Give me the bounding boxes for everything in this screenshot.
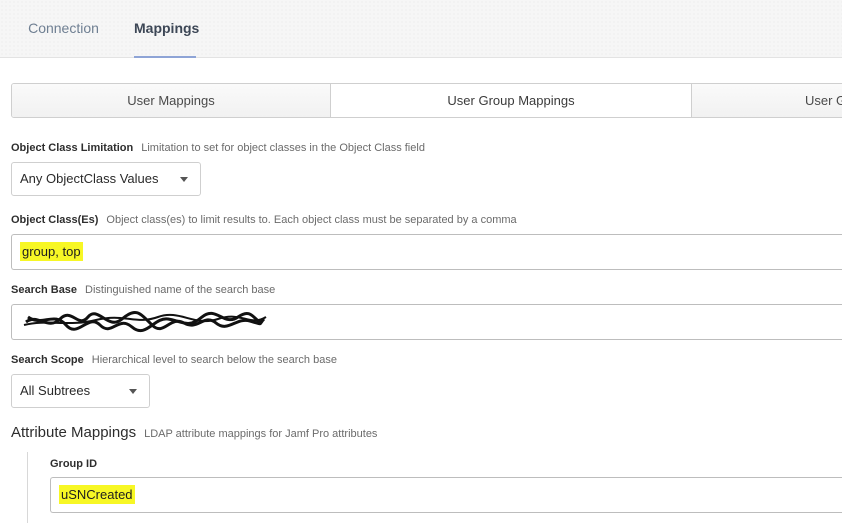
subtab-user-group-membership[interactable]: User G bbox=[691, 84, 842, 117]
section-description: LDAP attribute mappings for Jamf Pro att… bbox=[144, 428, 378, 440]
top-tab-bar: Connection Mappings bbox=[0, 0, 842, 58]
field-name: Search Scope bbox=[11, 354, 84, 366]
field-description: Hierarchical level to search below the s… bbox=[91, 354, 337, 366]
object-class-limitation-label: Object Class Limitation Limitation to set… bbox=[11, 142, 425, 154]
field-description: Limitation to set for object classes in … bbox=[141, 142, 425, 154]
indent-divider bbox=[27, 452, 28, 523]
input-value: uSNCreated bbox=[59, 485, 135, 504]
field-name: Object Class(Es) bbox=[11, 214, 99, 226]
select-value: Any ObjectClass Values bbox=[20, 171, 159, 186]
field-description: Distinguished name of the search base bbox=[85, 284, 276, 296]
search-scope-select[interactable]: All Subtrees bbox=[11, 374, 150, 408]
object-class-limitation-select[interactable]: Any ObjectClass Values bbox=[11, 162, 201, 196]
attribute-mappings-heading: Attribute Mappings LDAP attribute mapping… bbox=[11, 424, 377, 442]
search-base-input[interactable] bbox=[11, 304, 842, 340]
subtab-label: User G bbox=[805, 93, 842, 108]
section-title: Attribute Mappings bbox=[11, 424, 137, 441]
field-name: Object Class Limitation bbox=[11, 142, 134, 154]
caret-down-icon bbox=[180, 177, 188, 182]
object-classes-input[interactable]: group, top bbox=[11, 234, 842, 270]
tab-connection[interactable]: Connection bbox=[27, 0, 100, 58]
field-description: Object class(es) to limit results to. Ea… bbox=[106, 214, 517, 226]
field-name: Search Base bbox=[11, 284, 78, 296]
group-id-label: Group ID bbox=[50, 458, 97, 470]
search-scope-label: Search Scope Hierarchical level to search… bbox=[11, 354, 337, 366]
subtab-user-group-mappings[interactable]: User Group Mappings bbox=[330, 84, 691, 117]
input-value: group, top bbox=[20, 242, 83, 261]
object-classes-label: Object Class(Es) Object class(es) to limi… bbox=[11, 214, 517, 226]
mapping-type-tabs: User Mappings User Group Mappings User G bbox=[11, 83, 842, 118]
caret-down-icon bbox=[129, 389, 137, 394]
redaction-scribble bbox=[23, 310, 267, 333]
group-id-input[interactable]: uSNCreated bbox=[50, 477, 842, 513]
tab-mappings[interactable]: Mappings bbox=[134, 0, 199, 58]
select-value: All Subtrees bbox=[20, 383, 91, 398]
search-base-label: Search Base Distinguished name of the sea… bbox=[11, 284, 275, 296]
subtab-user-mappings[interactable]: User Mappings bbox=[12, 84, 330, 117]
field-name: Group ID bbox=[50, 458, 98, 470]
